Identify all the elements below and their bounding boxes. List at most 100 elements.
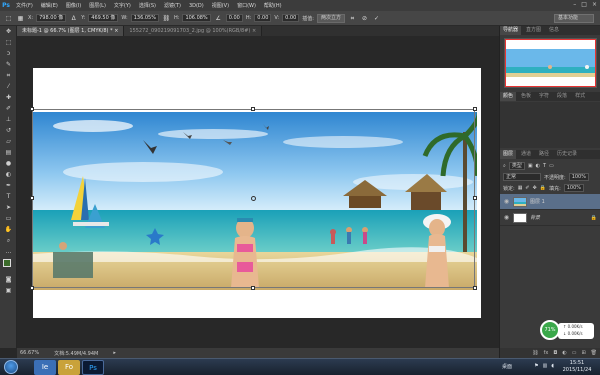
type-tool-icon[interactable]: T: [2, 192, 15, 202]
cancel-transform-icon[interactable]: ⊘: [360, 14, 369, 23]
filter-pixel-icon[interactable]: ▣: [528, 163, 533, 169]
shape-tool-icon[interactable]: ▭: [2, 214, 15, 224]
new-group-icon[interactable]: ▭: [572, 350, 577, 356]
status-arrow-icon[interactable]: ▸: [113, 350, 116, 356]
zoom-level[interactable]: 66.67%: [20, 350, 39, 356]
opacity-field[interactable]: 100%: [568, 173, 589, 181]
clone-stamp-tool-icon[interactable]: ⊥: [2, 115, 15, 125]
filter-adjust-icon[interactable]: ◐: [536, 163, 540, 169]
brush-tool-icon[interactable]: ✐: [2, 104, 15, 114]
color-swatches[interactable]: [2, 259, 15, 273]
lasso-tool-icon[interactable]: ↄ: [2, 49, 15, 59]
w-field[interactable]: 136.05%: [130, 14, 159, 22]
close-button[interactable]: ×: [592, 1, 597, 8]
menu-help[interactable]: 帮助(H): [260, 2, 286, 9]
foreground-color-swatch[interactable]: [3, 259, 11, 267]
taskbar-photoshop-icon[interactable]: Ps: [82, 360, 104, 375]
layer-filter-select[interactable]: 类型: [508, 162, 525, 170]
layer-style-icon[interactable]: fx: [544, 350, 549, 356]
interpolation-select[interactable]: 两次立方: [316, 13, 345, 23]
transform-handle-bl[interactable]: [30, 286, 34, 290]
transform-handle-br[interactable]: [473, 286, 477, 290]
layer-row-background[interactable]: ◉ 背景 🔒: [500, 210, 600, 226]
pen-tool-icon[interactable]: ✒: [2, 181, 15, 191]
blend-mode-select[interactable]: 正常: [503, 173, 541, 181]
tray-flag-icon[interactable]: ⚑: [534, 363, 538, 369]
taskbar-folder-icon[interactable]: Fo: [58, 360, 80, 375]
visibility-eye-icon[interactable]: ◉: [503, 214, 510, 221]
menu-view[interactable]: 视图(V): [208, 2, 233, 9]
lock-paint-icon[interactable]: ✐: [525, 185, 529, 191]
tab-jpg-file[interactable]: 155272_090219091703_2.jpg @ 100%(RGB/8#)…: [124, 26, 263, 36]
menu-layer[interactable]: 图层(L): [85, 2, 110, 9]
adjustment-layer-icon[interactable]: ◐: [562, 350, 566, 356]
transform-handle-l[interactable]: [30, 196, 34, 200]
navigator-preview[interactable]: [504, 38, 597, 88]
filter-search-icon[interactable]: ⌕: [503, 163, 506, 169]
transform-handle-b[interactable]: [251, 286, 255, 290]
x-field[interactable]: 798.00 像: [36, 14, 67, 22]
canvas-area[interactable]: [17, 36, 499, 348]
marquee-tool-icon[interactable]: ⬚: [2, 38, 15, 48]
quick-mask-icon[interactable]: ◙: [2, 275, 15, 285]
tab-swatches[interactable]: 色板: [518, 92, 534, 101]
menu-image[interactable]: 图像(I): [62, 2, 85, 9]
desktop-toolbar-label[interactable]: 桌面: [502, 363, 512, 370]
tab-character[interactable]: 字符: [536, 92, 552, 101]
tab-color[interactable]: 颜色: [500, 92, 517, 101]
menu-filter[interactable]: 滤镜(T): [160, 2, 185, 9]
hand-tool-icon[interactable]: ✋: [2, 225, 15, 235]
menu-select[interactable]: 选择(S): [135, 2, 160, 9]
path-select-tool-icon[interactable]: ➤: [2, 203, 15, 213]
tab-channels[interactable]: 通道: [518, 150, 534, 159]
zoom-tool-icon[interactable]: ⌕: [2, 236, 15, 246]
tab-paths[interactable]: 路径: [536, 150, 552, 159]
layer-name[interactable]: 图层 1: [530, 198, 545, 205]
link-layers-icon[interactable]: ⛓: [532, 350, 538, 356]
tab-close-icon[interactable]: ×: [114, 28, 118, 34]
network-speed-widget[interactable]: 71% ↑ 0.00K/s ↓ 0.00K/s: [540, 318, 596, 342]
angle-field[interactable]: 0.00: [225, 14, 243, 22]
healing-brush-tool-icon[interactable]: ✚: [2, 93, 15, 103]
new-layer-icon[interactable]: ⊞: [581, 350, 585, 356]
dodge-tool-icon[interactable]: ◐: [2, 170, 15, 180]
taskbar-clock[interactable]: 15:51 2015/11/24: [557, 360, 597, 374]
eraser-tool-icon[interactable]: ▱: [2, 137, 15, 147]
tray-network-icon[interactable]: ▥: [543, 363, 548, 369]
quick-select-tool-icon[interactable]: ✎: [2, 60, 15, 70]
menu-type[interactable]: 文字(Y): [110, 2, 135, 9]
move-tool-icon[interactable]: ✥: [2, 27, 15, 37]
add-mask-icon[interactable]: ◘: [553, 350, 557, 356]
h-field[interactable]: 106.08%: [182, 14, 211, 22]
layer-name[interactable]: 背景: [530, 214, 540, 221]
gradient-tool-icon[interactable]: ▤: [2, 148, 15, 158]
tab-info[interactable]: 信息: [546, 26, 562, 35]
delete-layer-icon[interactable]: 🗑: [591, 350, 597, 356]
more-tools-icon[interactable]: …: [2, 247, 15, 257]
menu-3d[interactable]: 3D(D): [185, 3, 208, 9]
screen-mode-icon[interactable]: ▣: [2, 286, 15, 296]
tray-volume-icon[interactable]: ◖: [551, 363, 554, 369]
transform-handle-tr[interactable]: [473, 107, 477, 111]
blur-tool-icon[interactable]: ●: [2, 159, 15, 169]
transform-tool-icon[interactable]: ⬚: [4, 14, 13, 23]
lock-pixels-icon[interactable]: ▦: [518, 185, 523, 191]
start-button[interactable]: [4, 360, 18, 374]
workspace-select[interactable]: 基本功能: [554, 14, 594, 23]
tab-untitled-1[interactable]: 未标题-1 @ 66.7% (图层 1, CMYK/8) * ×: [17, 26, 125, 36]
delta-icon[interactable]: Δ: [69, 14, 78, 23]
tab-paragraph[interactable]: 段落: [554, 92, 570, 101]
transform-pivot-icon[interactable]: [251, 196, 256, 201]
v-skew-field[interactable]: 0.00: [282, 14, 300, 22]
tab-layers[interactable]: 图层: [500, 150, 517, 159]
lock-all-icon[interactable]: 🔒: [540, 185, 546, 191]
h-skew-field[interactable]: 0.00: [254, 14, 272, 22]
commit-transform-icon[interactable]: ✓: [372, 14, 381, 23]
transform-handle-r[interactable]: [473, 196, 477, 200]
visibility-eye-icon[interactable]: ◉: [503, 198, 510, 205]
filter-type-icon[interactable]: T: [543, 163, 546, 169]
transform-handle-t[interactable]: [251, 107, 255, 111]
y-field[interactable]: 469.50 像: [88, 14, 119, 22]
tab-styles[interactable]: 样式: [572, 92, 588, 101]
tab-close-icon[interactable]: ×: [252, 28, 256, 34]
